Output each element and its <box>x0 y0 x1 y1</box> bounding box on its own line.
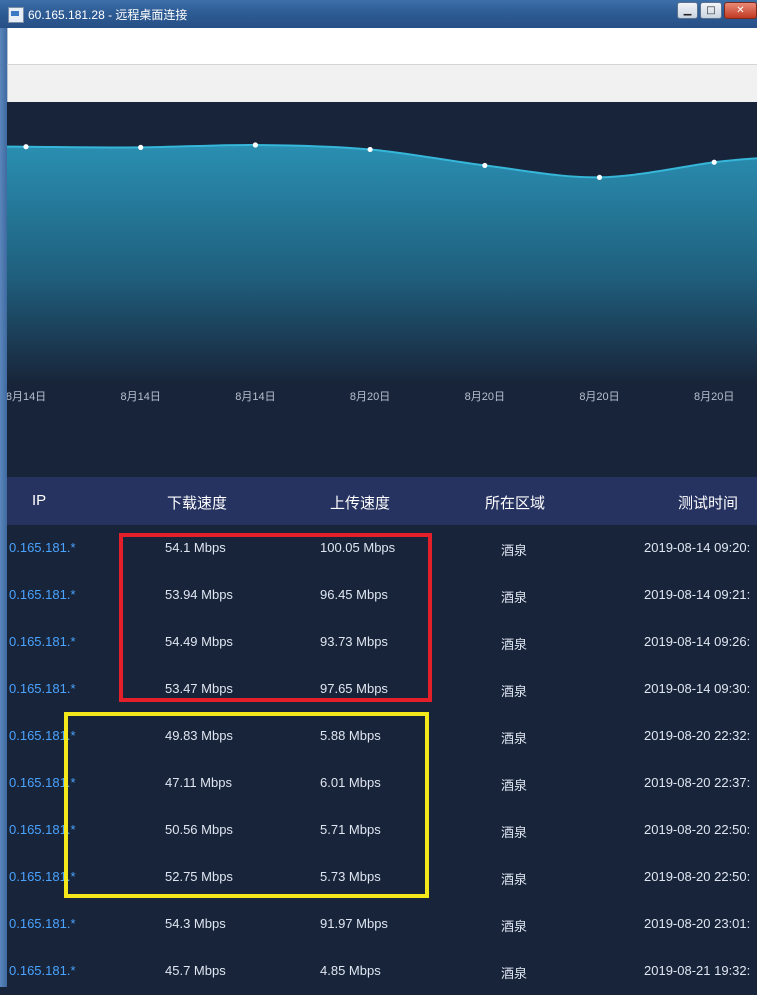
row-region: 酒泉 <box>501 731 528 746</box>
row-ip[interactable]: 0.165.181.* <box>9 916 76 931</box>
row-time: 2019-08-20 23:01: <box>644 916 751 931</box>
speed-chart: 8月14日 8月14日 8月14日 8月20日 8月20日 8月20日 8月20日 <box>7 101 757 471</box>
row-upload: 4.85 Mbps <box>320 963 381 978</box>
browser-tabbar <box>7 64 757 102</box>
browser-toolbar <box>7 28 757 64</box>
row-region: 酒泉 <box>501 543 528 558</box>
header-upload: 上传速度 <box>330 495 391 512</box>
header-time: 测试时间 <box>678 495 739 512</box>
chart-data-point[interactable] <box>138 144 144 150</box>
row-ip[interactable]: 0.165.181.* <box>9 587 76 602</box>
row-download: 54.3 Mbps <box>165 916 226 931</box>
row-ip[interactable]: 0.165.181.* <box>9 963 76 978</box>
minimize-button[interactable]: ▁ <box>677 2 698 19</box>
row-region: 酒泉 <box>501 825 528 840</box>
window-title: 60.165.181.28 - 远程桌面连接 <box>28 8 188 22</box>
row-time: 2019-08-20 22:32: <box>644 728 751 743</box>
chart-data-point[interactable] <box>482 162 488 169</box>
row-time: 2019-08-14 09:26: <box>644 634 751 649</box>
row-time: 2019-08-21 19:32: <box>644 963 751 978</box>
x-tick-label: 8月14日 <box>121 391 161 403</box>
row-region: 酒泉 <box>501 872 528 887</box>
row-time: 2019-08-20 22:50: <box>644 822 751 837</box>
x-tick-label: 8月20日 <box>465 391 505 403</box>
row-time: 2019-08-14 09:21: <box>644 587 751 602</box>
chart-data-point[interactable] <box>367 146 373 153</box>
row-time: 2019-08-14 09:30: <box>644 681 751 696</box>
table-header: IP 下载速度 上传速度 所在区域 测试时间 <box>7 477 757 525</box>
window-titlebar[interactable]: 60.165.181.28 - 远程桌面连接 ▁ □ ✕ <box>0 0 757 29</box>
red-highlight-box <box>119 533 432 702</box>
x-tick-label: 8月14日 <box>235 391 275 403</box>
maximize-button[interactable]: □ <box>700 2 722 19</box>
row-region: 酒泉 <box>501 590 528 605</box>
window-left-border <box>0 28 7 987</box>
x-tick-label: 8月20日 <box>350 391 390 403</box>
row-region: 酒泉 <box>501 637 528 652</box>
remote-desktop-icon <box>8 7 24 23</box>
row-upload: 91.97 Mbps <box>320 916 388 931</box>
x-tick-label: 8月20日 <box>579 391 619 403</box>
x-tick-label: 8月20日 <box>694 391 734 403</box>
chart-data-point[interactable] <box>23 144 29 150</box>
chart-data-point[interactable] <box>252 142 258 148</box>
chart-area-fill <box>7 144 757 384</box>
chart-data-point[interactable] <box>596 174 603 180</box>
header-download: 下载速度 <box>167 495 228 512</box>
header-ip: IP <box>32 492 47 509</box>
row-region: 酒泉 <box>501 684 528 699</box>
header-region: 所在区域 <box>485 495 546 512</box>
yellow-highlight-box <box>64 712 429 898</box>
row-ip[interactable]: 0.165.181.* <box>9 634 76 649</box>
table-row: 0.165.181.* 45.7 Mbps 4.85 Mbps 酒泉 2019-… <box>7 948 757 995</box>
row-time: 2019-08-20 22:37: <box>644 775 751 790</box>
row-time: 2019-08-20 22:50: <box>644 869 751 884</box>
close-button[interactable]: ✕ <box>724 2 757 19</box>
row-region: 酒泉 <box>501 778 528 793</box>
row-ip[interactable]: 0.165.181.* <box>9 681 76 696</box>
chart-data-point[interactable] <box>711 159 717 165</box>
row-ip[interactable]: 0.165.181.* <box>9 540 76 555</box>
row-download: 45.7 Mbps <box>165 963 226 978</box>
row-time: 2019-08-14 09:20: <box>644 540 751 555</box>
row-region: 酒泉 <box>501 966 528 981</box>
table-row: 0.165.181.* 54.3 Mbps 91.97 Mbps 酒泉 2019… <box>7 901 757 948</box>
x-tick-label: 8月14日 <box>7 391 46 403</box>
speed-chart-svg: 8月14日 8月14日 8月14日 8月20日 8月20日 8月20日 8月20日 <box>7 142 757 403</box>
row-region: 酒泉 <box>501 919 528 934</box>
